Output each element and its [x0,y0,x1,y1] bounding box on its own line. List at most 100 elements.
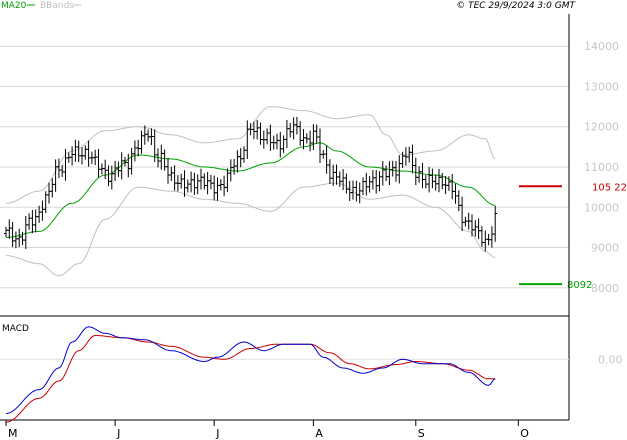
ohlc-bar [450,174,455,200]
ohlc-bar [30,210,35,234]
ma20-path [5,142,496,238]
ohlc-bar [354,180,359,202]
ohlc-bar [7,219,12,239]
x-axis: MJJASO [5,420,529,440]
ohlc-bar [337,171,342,187]
ohlc-bar [324,145,329,174]
ohlc-bar [182,170,187,197]
ohlc-bar [479,226,484,247]
ohlc-bar [179,173,184,189]
ohlc-bar [347,180,352,201]
ohlc-bar [430,168,435,189]
ohlc-bar [47,182,51,204]
bb-upper-path [5,106,496,204]
y-tick-label: 13000 [584,81,619,94]
ohlc-bar [113,160,118,181]
ohlc-bar [463,216,468,227]
ohlc-bar [159,144,164,170]
ohlc-bar [384,165,389,181]
ohlc-bar [476,218,481,240]
ohlc-bar [410,144,415,174]
y-tick-label: 11000 [584,161,619,174]
ohlc-bar [215,177,220,201]
source-credit: © TEC 29/9/2024 3:0 GMT [456,1,576,11]
ohlc-bar [288,122,293,138]
ohlc-bar [483,230,488,252]
ohlc-bar [281,135,286,153]
macd-path [5,326,496,414]
ohlc-bar [489,226,494,248]
ohlc-bar [238,148,243,168]
ohlc-bar [139,130,144,154]
ohlc-bar [361,177,365,196]
x-tick-label: A [315,427,323,440]
legend-bbands-label: BBands [40,1,74,11]
ohlc-bar [301,129,306,150]
ohlc-bar [390,160,395,177]
ohlc-bar [208,174,213,190]
ohlc-bar [417,166,422,183]
ohlc-bar [242,146,246,163]
ohlc-bar [298,121,303,146]
ohlc-bar [318,128,322,163]
ohlc-bar [172,165,177,191]
ohlc-bar [275,133,279,150]
y-tick-label: 10000 [584,201,619,214]
ohlc-bar [255,120,260,140]
ohlc-bar [86,140,91,167]
ohlc-bar [70,146,75,166]
ohlc-bar [195,174,200,195]
y-tick-label: 14000 [584,40,619,53]
ohlc-bar [126,153,131,178]
ohlc-bar [304,133,309,144]
ohlc-bar [33,209,38,233]
ohlc-bar [265,128,270,145]
ohlc-bar [413,157,418,186]
ohlc-bar [129,147,134,175]
ohlc-bar [235,150,240,173]
ohlc-bar [357,182,362,204]
x-tick-label: J [215,427,219,440]
ohlc-bar [17,228,22,247]
macd-line [5,326,496,414]
ohlc-bar [103,159,108,180]
ohlc-bar [96,149,101,178]
ohlc-bar [166,158,170,184]
ohlc-bar [212,175,217,201]
ohlc-bar [370,170,375,190]
ohlc-bar [327,159,332,184]
bb-lower-path [6,182,496,277]
ohlc-bar [245,120,250,159]
ohlc-bar [27,213,32,230]
price-y-axis: 8000 9000 10000 11000 12000 13000 14000 [584,40,619,295]
ohlc-bar [433,174,438,191]
ohlc-bar [132,140,137,162]
ohlc-bar [344,173,349,194]
ma20-line [5,142,496,238]
x-tick-label: O [520,427,529,440]
ohlc-bar [146,129,151,142]
ohlc-bar [294,116,299,135]
ohlc-bar [192,172,197,195]
ohlc-bar [377,171,382,192]
ohlc-bar [76,140,81,163]
price-bars [4,116,498,252]
ohlc-bar [493,205,498,242]
ohlc-bar [13,231,18,249]
macd-tick-label: 0.00 [598,353,623,366]
ohlc-bar [53,159,58,192]
ohlc-bar [278,131,283,158]
ohlc-bar [397,155,402,184]
bb-lower-band [6,182,496,277]
macd-signal-path [5,335,496,423]
stock-chart: MA20 BBands © TEC 29/9/2024 3:0 GMT 8000… [0,1,627,440]
ohlc-bar [199,168,203,190]
resistance-label: 105 22 [592,182,627,193]
ohlc-bar [268,124,273,151]
ohlc-bar [225,168,230,192]
ohlc-bar [284,119,289,149]
bb-upper-band [5,106,496,204]
ohlc-bar [374,170,379,194]
ohlc-bar [202,173,207,190]
ohlc-bar [456,190,461,212]
